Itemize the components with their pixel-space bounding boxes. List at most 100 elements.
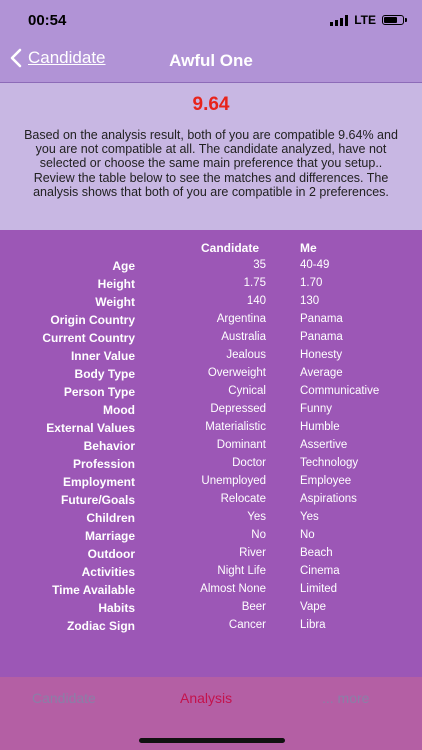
me-value: No (300, 529, 315, 541)
table-row: Future/Goals Relocate Aspirations (0, 493, 422, 511)
row-label: Zodiac Sign (66, 619, 135, 633)
network-type: LTE (354, 13, 376, 27)
table-row: Age 35 40-49 (0, 259, 422, 277)
candidate-value: 35 (253, 259, 266, 271)
me-value: Honesty (300, 349, 343, 361)
me-value: Panama (300, 313, 343, 325)
row-label: Time Available (52, 583, 135, 597)
me-value: Panama (300, 331, 343, 343)
me-value: Employee (300, 475, 352, 487)
tab-more[interactable]: ... more (322, 690, 369, 706)
me-value: Communicative (300, 385, 380, 397)
candidate-value: Argentina (216, 313, 266, 325)
me-value: Yes (300, 511, 319, 523)
me-value: 1.70 (300, 277, 323, 289)
candidate-value: No (251, 529, 266, 541)
candidate-value: Depressed (210, 403, 266, 415)
row-label: Behavior (83, 439, 135, 453)
status-time: 00:54 (28, 12, 67, 29)
candidate-value: Doctor (232, 457, 266, 469)
candidate-value: Beer (241, 601, 266, 613)
home-indicator (139, 738, 285, 743)
analysis-description: Based on the analysis result, both of yo… (24, 128, 398, 199)
row-label: Habits (98, 601, 135, 615)
row-label: Height (97, 277, 135, 291)
candidate-value: Night Life (217, 565, 266, 577)
table-row: Time Available Almost None Limited (0, 583, 422, 601)
table-row: Mood Depressed Funny (0, 403, 422, 421)
column-header-candidate: Candidate (201, 241, 260, 255)
row-label: Profession (72, 457, 135, 471)
table-row: Height 1.75 1.70 (0, 277, 422, 295)
me-value: Limited (300, 583, 338, 595)
navigation-bar: Candidate Awful One (0, 40, 422, 83)
row-label: External Values (46, 421, 135, 435)
row-label: Person Type (63, 385, 135, 399)
me-value: Aspirations (300, 493, 357, 505)
table-row: Origin Country Argentina Panama (0, 313, 422, 331)
candidate-value: Yes (247, 511, 266, 523)
candidate-value: Materialistic (205, 421, 266, 433)
analysis-summary: 9.64 Based on the analysis result, both … (0, 83, 422, 230)
candidate-value: River (239, 547, 266, 559)
table-row: Person Type Cynical Communicative (0, 385, 422, 403)
row-label: Age (112, 259, 135, 273)
row-label: Future/Goals (60, 493, 135, 507)
candidate-value: 140 (246, 295, 266, 307)
row-label: Employment (62, 475, 135, 489)
me-value: Funny (300, 403, 332, 415)
row-label: Activities (81, 565, 135, 579)
table-row: Current Country Australia Panama (0, 331, 422, 349)
table-row: Body Type Overweight Average (0, 367, 422, 385)
candidate-value: Relocate (220, 493, 266, 505)
battery-icon (382, 15, 407, 25)
table-row: Outdoor River Beach (0, 547, 422, 565)
tab-analysis[interactable]: Analysis (180, 690, 232, 706)
row-label: Inner Value (70, 349, 135, 363)
me-value: Average (300, 367, 343, 379)
row-label: Children (86, 511, 135, 525)
me-value: 130 (300, 295, 320, 307)
table-row: Inner Value Jealous Honesty (0, 349, 422, 367)
candidate-value: Australia (221, 331, 266, 343)
table-row: Profession Doctor Technology (0, 457, 422, 475)
candidate-value: Dominant (216, 439, 266, 451)
row-label: Body Type (74, 367, 135, 381)
row-label: Origin Country (50, 313, 135, 327)
table-row: Children Yes Yes (0, 511, 422, 529)
row-label: Mood (103, 403, 135, 417)
comparison-table: Candidate Me Age 35 40-49 Height 1.75 1.… (0, 231, 422, 677)
table-row: Habits Beer Vape (0, 601, 422, 619)
table-row: Behavior Dominant Assertive (0, 439, 422, 457)
me-value: Vape (300, 601, 327, 613)
row-label: Outdoor (87, 547, 135, 561)
table-row: Employment Unemployed Employee (0, 475, 422, 493)
table-row: External Values Materialistic Humble (0, 421, 422, 439)
me-value: Libra (300, 619, 326, 631)
compatibility-score: 9.64 (192, 94, 230, 115)
cellular-signal-icon (330, 14, 349, 26)
table-row: Zodiac Sign Cancer Libra (0, 619, 422, 637)
me-value: Cinema (300, 565, 340, 577)
row-label: Weight (95, 295, 135, 309)
candidate-value: Cynical (228, 385, 266, 397)
table-row: Activities Night Life Cinema (0, 565, 422, 583)
page-title: Awful One (169, 51, 253, 70)
candidate-value: Unemployed (201, 475, 266, 487)
row-label: Marriage (84, 529, 135, 543)
me-value: Technology (300, 457, 359, 469)
me-value: 40-49 (300, 259, 330, 271)
me-value: Assertive (300, 439, 348, 451)
status-indicators: LTE (330, 13, 407, 27)
column-header-me: Me (300, 241, 317, 255)
row-label: Current Country (42, 331, 135, 345)
me-value: Humble (300, 421, 340, 433)
candidate-value: Jealous (226, 349, 266, 361)
candidate-value: Cancer (228, 619, 266, 631)
status-bar: 00:54 LTE (0, 0, 422, 40)
candidate-value: Overweight (207, 367, 266, 379)
table-row: Marriage No No (0, 529, 422, 547)
me-value: Beach (300, 547, 333, 559)
table-row: Weight 140 130 (0, 295, 422, 313)
tab-candidate[interactable]: Candidate (32, 690, 96, 706)
